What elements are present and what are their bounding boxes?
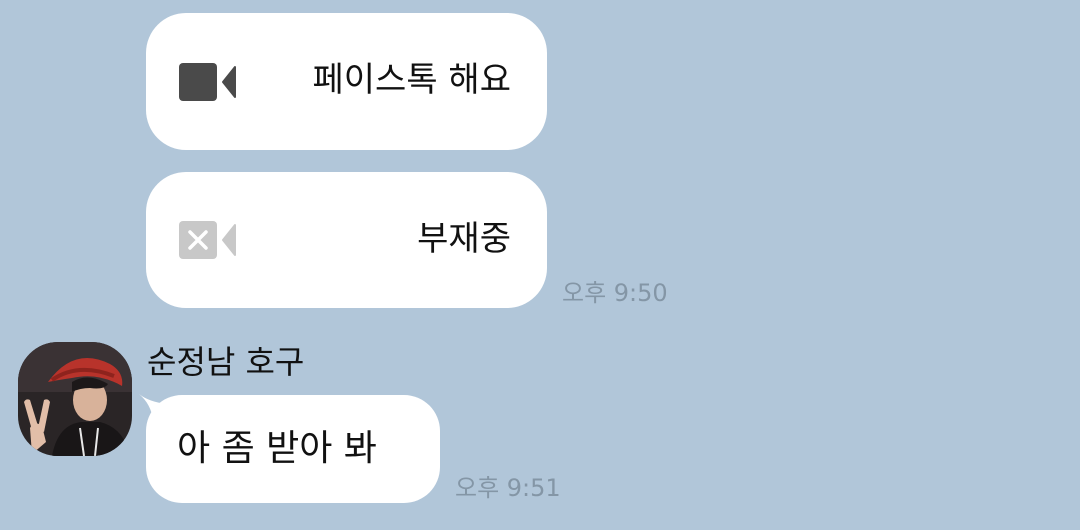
message-timestamp: 오후 9:50 [562,279,668,307]
message-text: 아 좀 받아 봐 [177,428,377,469]
missed-call-bubble[interactable]: 부재중 [146,172,547,308]
video-call-label: 페이스톡 해요 [312,60,512,100]
sender-name: 순정남 호구 [147,343,305,381]
video-call-bubble[interactable]: 페이스톡 해요 [146,13,547,150]
missed-video-call-icon [179,221,236,259]
message-timestamp: 오후 9:51 [455,474,561,502]
missed-call-label: 부재중 [417,219,511,259]
video-camera-icon [179,63,236,101]
message-bubble[interactable]: 아 좀 받아 봐 [146,395,440,503]
profile-avatar[interactable] [18,342,132,456]
